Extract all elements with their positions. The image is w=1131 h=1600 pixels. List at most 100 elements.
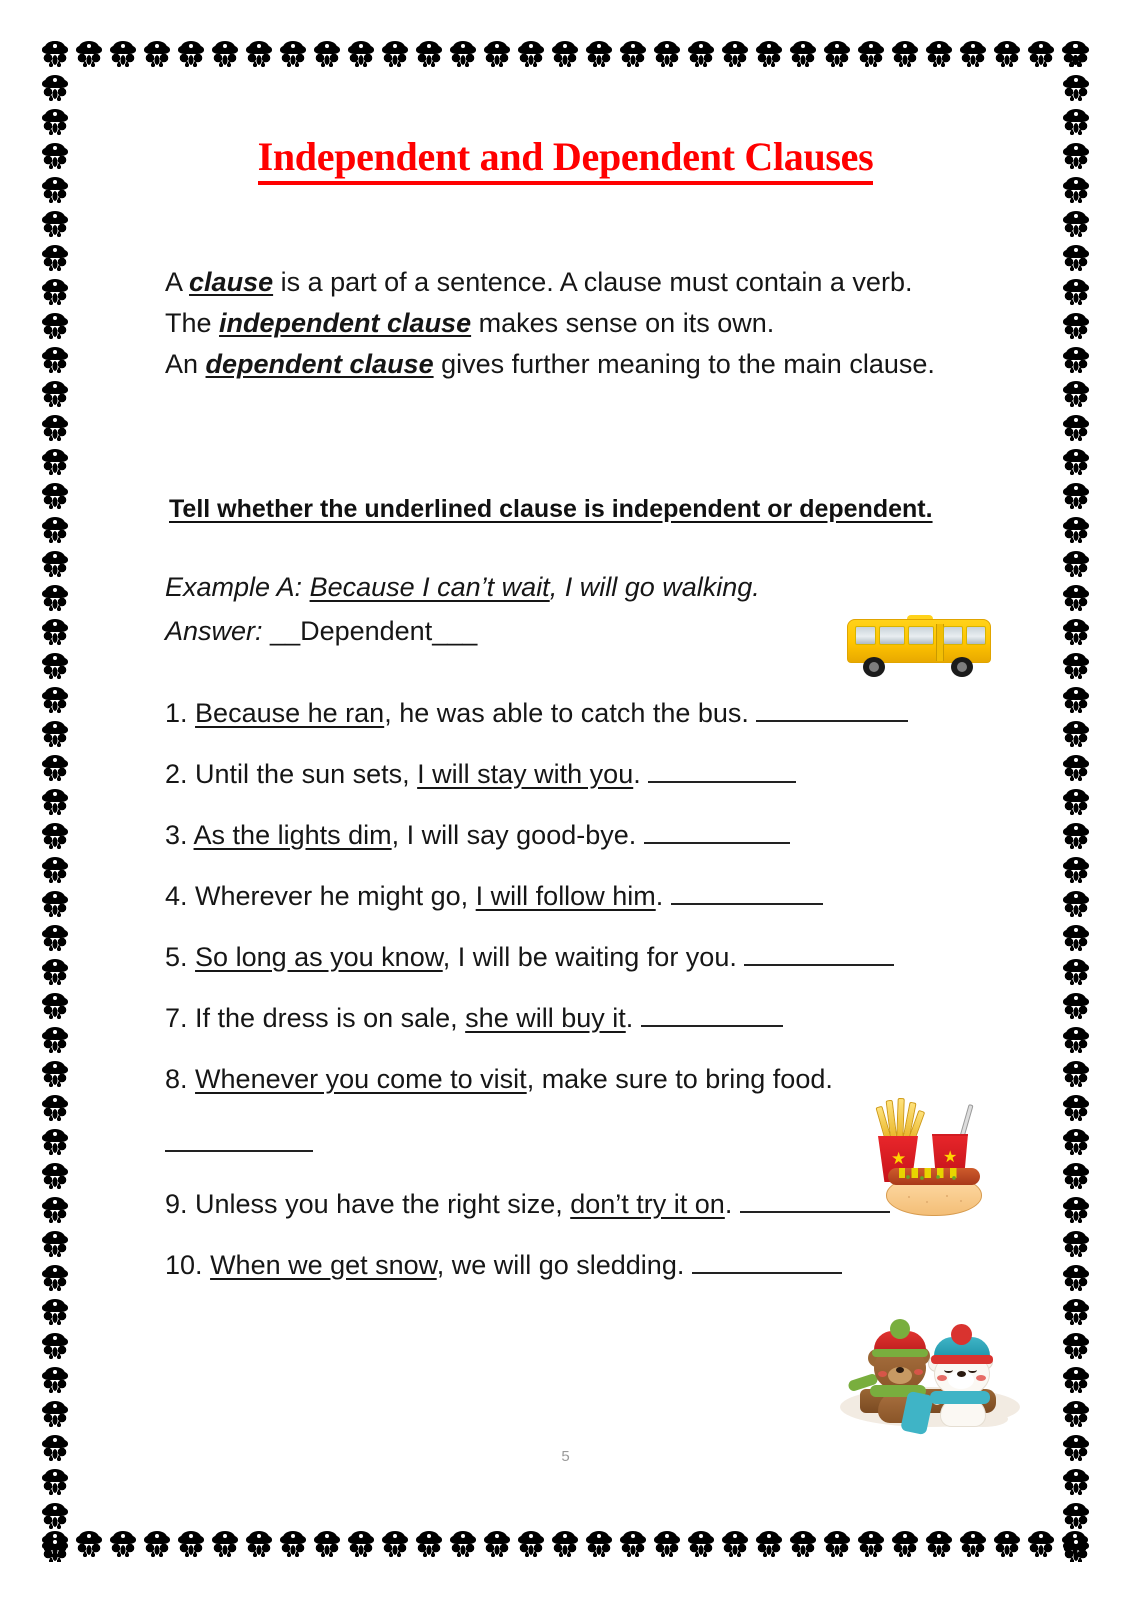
- answer-blank-4[interactable]: [670, 883, 823, 905]
- star-icon: ★: [891, 1149, 907, 1168]
- term-dependent-clause: dependent clause: [205, 349, 434, 379]
- bus-wheel: [863, 657, 885, 677]
- brown-bear-cheek: [878, 1371, 887, 1377]
- question-post: , I will be waiting for you.: [442, 942, 745, 972]
- answer-blank-9[interactable]: [739, 1191, 890, 1213]
- question-pre: [188, 942, 196, 972]
- question-item-7: 7. If the dress is on sale, she will buy…: [165, 1002, 1025, 1034]
- star-icon: ★: [943, 1149, 958, 1166]
- term-clause: clause: [189, 267, 274, 297]
- example-underlined-clause: Because I can’t wait: [309, 572, 550, 602]
- polar-bear: [900, 1324, 998, 1436]
- example-rest: , I will go walking.: [549, 572, 760, 602]
- example-label: Example A:: [165, 572, 310, 602]
- bus-window: [943, 626, 963, 645]
- question-item-1: 1. Because he ran, he was able to catch …: [165, 697, 1025, 729]
- question-post: .: [655, 881, 671, 911]
- example-answer-label: Answer:: [165, 616, 271, 646]
- question-pre: [188, 698, 196, 728]
- bus-window: [855, 626, 876, 645]
- question-post: , I will say good-bye.: [391, 820, 644, 850]
- question-post: , make sure to bring food.: [526, 1064, 833, 1094]
- intro-line1-pre: A: [165, 267, 190, 297]
- brown-bear-nose: [896, 1367, 904, 1373]
- question-underlined-clause: When we get snow: [210, 1250, 437, 1280]
- polar-bear-scarf: [930, 1391, 990, 1404]
- hotdog-relish: [902, 1174, 964, 1181]
- intro-line3-post: gives further meaning to the main clause…: [433, 349, 935, 379]
- answer-blank-2[interactable]: [648, 761, 797, 783]
- answer-blank-5[interactable]: [744, 944, 895, 966]
- question-post: .: [625, 1003, 641, 1033]
- sledding-bears-icon: [840, 1315, 1020, 1440]
- brown-bear-hat-band: [872, 1349, 928, 1357]
- question-number: 5.: [165, 942, 188, 972]
- intro-paragraph: A clause is a part of a sentence. A clau…: [165, 262, 1020, 385]
- question-underlined-clause: don’t try it on: [570, 1189, 725, 1219]
- intro-line1-post: is a part of a sentence. A clause must c…: [273, 267, 913, 297]
- polar-bear-cheek: [976, 1375, 986, 1381]
- question-item-10: 10. When we get snow, we will go sleddin…: [165, 1249, 1025, 1281]
- question-number: 7.: [165, 1003, 188, 1033]
- worksheet-content: Independent and Dependent Clauses A clau…: [0, 0, 1131, 1600]
- question-number: 1.: [165, 698, 188, 728]
- question-number: 9.: [165, 1189, 188, 1219]
- drink-straw: [959, 1103, 974, 1139]
- polar-bear-eye: [968, 1367, 977, 1373]
- question-pre: [203, 1250, 211, 1280]
- question-number: 10.: [165, 1250, 203, 1280]
- polar-bear-cheek: [937, 1375, 947, 1381]
- answer-blank-8[interactable]: [165, 1130, 313, 1152]
- question-underlined-clause: As the lights dim: [193, 820, 392, 850]
- answer-blank-10[interactable]: [691, 1252, 842, 1274]
- question-underlined-clause: Whenever you come to visit: [195, 1064, 527, 1094]
- question-pre: Wherever he might go,: [187, 881, 476, 911]
- intro-line2-post: makes sense on its own.: [471, 308, 775, 338]
- answer-blank-3[interactable]: [643, 822, 790, 844]
- term-independent-clause: independent clause: [219, 308, 472, 338]
- question-pre: If the dress is on sale,: [187, 1003, 466, 1033]
- polar-bear-eye: [944, 1367, 953, 1373]
- question-post: , he was able to catch the bus.: [384, 698, 757, 728]
- instruction-text: Tell whether the underlined clause is in…: [169, 495, 933, 523]
- question-number: 3.: [165, 820, 188, 850]
- question-post: .: [633, 759, 649, 789]
- example-sentence: Example A: Because I can’t wait, I will …: [165, 572, 760, 603]
- answer-blank-7[interactable]: [640, 1005, 783, 1027]
- question-item-2: 2. Until the sun sets, I will stay with …: [165, 758, 1025, 790]
- answer-blank-1[interactable]: [756, 700, 909, 722]
- question-item-5: 5. So long as you know, I will be waitin…: [165, 941, 1025, 973]
- page-number: 5: [561, 1448, 570, 1465]
- school-bus-icon: [845, 615, 993, 677]
- bus-window: [966, 626, 986, 645]
- page-title-text: Independent and Dependent Clauses: [257, 134, 874, 185]
- example-answer: Answer: __Dependent___: [165, 616, 477, 647]
- example-answer-value: __Dependent___: [270, 616, 478, 646]
- question-underlined-clause: she will buy it: [465, 1003, 626, 1033]
- question-item-3: 3. As the lights dim, I will say good-by…: [165, 819, 1025, 851]
- question-post: , we will go sledding.: [436, 1250, 692, 1280]
- question-underlined-clause: Because he ran: [195, 698, 385, 728]
- question-pre: Until the sun sets,: [187, 759, 418, 789]
- bus-window: [908, 626, 934, 645]
- page-title: Independent and Dependent Clauses: [0, 133, 1131, 185]
- question-number: 2.: [165, 759, 188, 789]
- question-underlined-clause: I will stay with you: [417, 759, 634, 789]
- brown-bear-cheek: [914, 1369, 923, 1375]
- polar-bear-hat-pompom: [951, 1324, 972, 1345]
- intro-line2-pre: The: [165, 308, 220, 338]
- question-number: 4.: [165, 881, 188, 911]
- question-post: .: [724, 1189, 740, 1219]
- question-pre: Unless you have the right size,: [187, 1189, 571, 1219]
- bus-window: [879, 626, 905, 645]
- polar-bear-hat-band: [931, 1355, 993, 1364]
- worksheet-page: Independent and Dependent Clauses A clau…: [0, 0, 1131, 1600]
- polar-bear-nose: [957, 1371, 966, 1377]
- intro-line3-pre: An: [165, 349, 206, 379]
- bun-texture: [903, 1193, 967, 1207]
- question-list: 1. Because he ran, he was able to catch …: [165, 697, 1025, 1310]
- question-number: 8.: [165, 1064, 188, 1094]
- brown-bear-hat-pompom: [890, 1319, 910, 1339]
- question-underlined-clause: So long as you know: [195, 942, 443, 972]
- fast-food-icon: ★ ★: [872, 1097, 1004, 1218]
